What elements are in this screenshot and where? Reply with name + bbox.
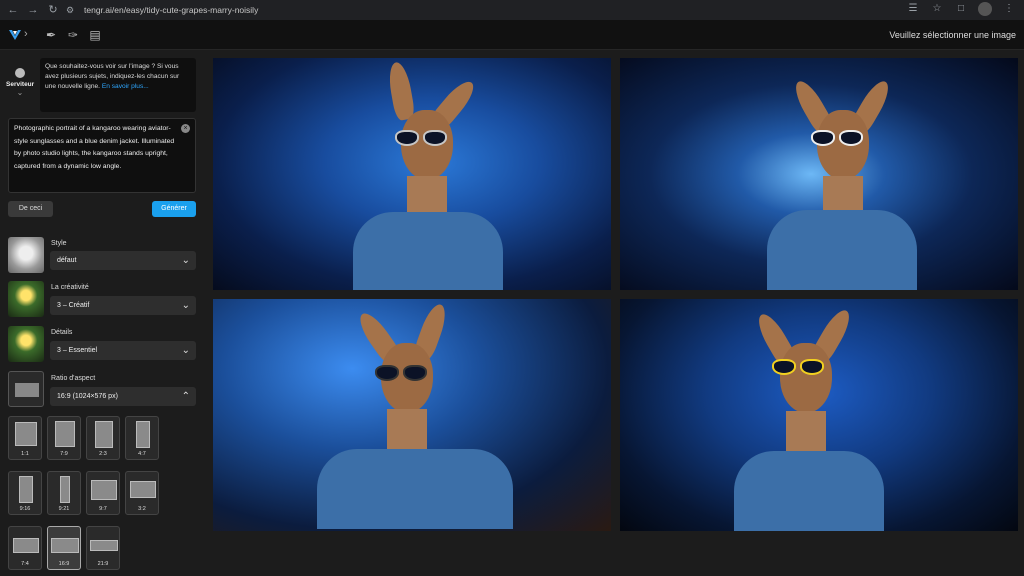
- kangaroo-figure: [765, 58, 945, 290]
- browser-toolbar: ← → ↻ ⚙ tengr.ai/en/easy/tidy-cute-grape…: [0, 0, 1024, 20]
- ratio-option-selected[interactable]: 16:9: [47, 526, 81, 570]
- server-selector[interactable]: Serviteur ⌄: [6, 68, 34, 97]
- style-thumbnail[interactable]: [8, 237, 44, 273]
- creativity-label: La créativité: [51, 284, 89, 291]
- clear-icon[interactable]: ×: [181, 124, 190, 133]
- image-gallery: [205, 50, 1024, 576]
- chevron-down-icon[interactable]: ⌄: [6, 88, 34, 97]
- ratio-option[interactable]: 7:4: [8, 526, 42, 570]
- extensions-icon[interactable]: □: [954, 2, 968, 16]
- prompt-hint: Que souhaitez-vous voir sur l'image ? Si…: [40, 58, 196, 112]
- chevron-down-icon: ⌄: [181, 345, 190, 356]
- chevron-up-icon: ⌃: [181, 391, 190, 402]
- reload-icon[interactable]: ↻: [46, 3, 60, 17]
- generate-label: Générer: [161, 205, 187, 212]
- ratio-label: 9:7: [99, 506, 107, 512]
- forward-icon[interactable]: →: [26, 3, 40, 17]
- aspect-thumbnail[interactable]: [8, 371, 44, 407]
- details-select[interactable]: 3 – Essentiel ⌄: [50, 341, 196, 360]
- ratio-option[interactable]: 9:16: [8, 471, 42, 515]
- profile-avatar[interactable]: [978, 2, 992, 16]
- address-bar[interactable]: ⚙ tengr.ai/en/easy/tidy-cute-grapes-marr…: [62, 2, 912, 18]
- ratio-label: 16:9: [58, 561, 70, 567]
- details-value: 3 – Essentiel: [57, 347, 98, 354]
- bookmark-star-icon[interactable]: ☆: [930, 2, 944, 16]
- ratio-label: 3:2: [138, 506, 146, 512]
- feather-icon[interactable]: ✒: [44, 28, 58, 42]
- from-this-button[interactable]: De ceci: [8, 201, 53, 217]
- back-icon[interactable]: ←: [6, 3, 20, 17]
- ratio-label: 1:1: [21, 451, 29, 457]
- chevron-right-icon[interactable]: ›: [24, 28, 28, 40]
- brush-icon[interactable]: ✑: [66, 28, 80, 42]
- settings-sidebar: Serviteur ⌄ Que souhaitez-vous voir sur …: [0, 50, 205, 576]
- generated-image-4[interactable]: [620, 299, 1018, 531]
- ratio-label: 2:3: [99, 451, 107, 457]
- style-value: défaut: [57, 257, 77, 264]
- bulb-icon: [15, 68, 25, 78]
- ratio-option[interactable]: 4:7: [125, 416, 159, 460]
- kangaroo-figure: [343, 58, 523, 290]
- ratio-option[interactable]: 7:9: [47, 416, 81, 460]
- ratio-option[interactable]: 2:3: [86, 416, 120, 460]
- ratio-label: 7:9: [60, 451, 68, 457]
- generate-button[interactable]: Générer: [152, 201, 196, 217]
- aspect-preview: [15, 383, 39, 397]
- ratio-option[interactable]: 9:21: [47, 471, 81, 515]
- generated-image-2[interactable]: [620, 58, 1018, 290]
- generated-image-3[interactable]: [213, 299, 611, 531]
- prompt-text[interactable]: Photographic portrait of a kangaroo wear…: [14, 125, 174, 170]
- ratio-label: 21:9: [97, 561, 109, 567]
- selection-status: Veuillez sélectionner une image: [889, 30, 1016, 40]
- generated-image-1[interactable]: [213, 58, 611, 290]
- learn-more-link[interactable]: En savoir plus...: [102, 83, 149, 90]
- kangaroo-figure: [730, 299, 910, 531]
- ratio-option[interactable]: 9:7: [86, 471, 120, 515]
- creativity-thumbnail[interactable]: [8, 281, 44, 317]
- server-label: Serviteur: [6, 81, 35, 88]
- chevron-down-icon: ⌄: [181, 300, 190, 311]
- style-label: Style: [51, 240, 67, 247]
- ratio-label: 4:7: [138, 451, 146, 457]
- ratio-label: 7:4: [21, 561, 29, 567]
- prompt-textarea[interactable]: Photographic portrait of a kangaroo wear…: [8, 118, 196, 193]
- from-this-label: De ceci: [18, 205, 43, 212]
- url-text[interactable]: tengr.ai/en/easy/tidy-cute-grapes-marry-…: [84, 5, 258, 15]
- menu-dots-icon[interactable]: ⋮: [1002, 2, 1016, 16]
- site-info-icon[interactable]: ⚙: [66, 4, 78, 16]
- aspect-select[interactable]: 16:9 (1024×576 px) ⌃: [50, 387, 196, 406]
- ratio-option[interactable]: 3:2: [125, 471, 159, 515]
- ratio-option[interactable]: 21:9: [86, 526, 120, 570]
- aspect-value: 16:9 (1024×576 px): [57, 393, 118, 400]
- aspect-label: Ratio d'aspect: [51, 375, 96, 382]
- details-thumbnail[interactable]: [8, 326, 44, 362]
- style-select[interactable]: défaut ⌄: [50, 251, 196, 270]
- folder-icon[interactable]: ▤: [88, 28, 102, 42]
- ratio-option[interactable]: 1:1: [8, 416, 42, 460]
- tengr-logo-icon[interactable]: [8, 28, 22, 42]
- creativity-select[interactable]: 3 – Créatif ⌄: [50, 296, 196, 315]
- ratio-label: 9:16: [19, 506, 31, 512]
- chevron-down-icon: ⌄: [181, 255, 190, 266]
- details-label: Détails: [51, 329, 73, 336]
- creativity-value: 3 – Créatif: [57, 302, 90, 309]
- translate-icon[interactable]: ☰: [906, 2, 920, 16]
- kangaroo-figure: [317, 299, 513, 531]
- app-header: › ✒ ✑ ▤ Veuillez sélectionner une image: [0, 20, 1024, 50]
- ratio-label: 9:21: [58, 506, 70, 512]
